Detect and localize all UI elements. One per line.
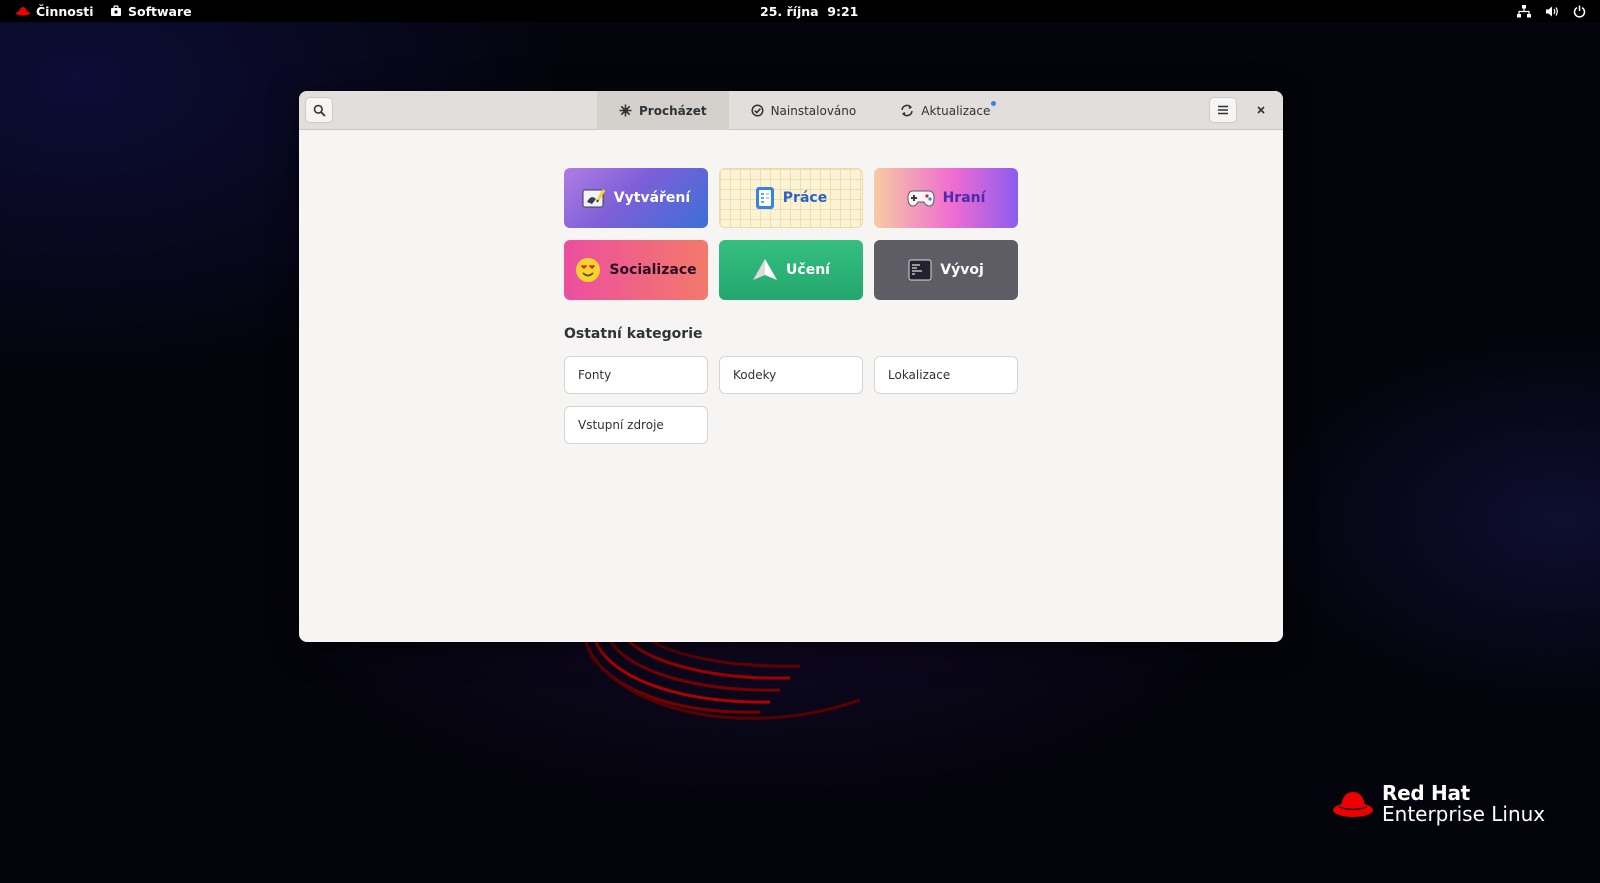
- software-window: Procházet Nainstalováno Aktualizace Vytv…: [299, 91, 1283, 642]
- power-icon: [1573, 5, 1586, 18]
- tab-explore[interactable]: Procházet: [597, 91, 729, 130]
- explore-page: Vytváření Práce Hraní Socializace Učení …: [299, 130, 1283, 642]
- explore-icon: [619, 104, 632, 117]
- category-social-label: Socializace: [609, 262, 697, 278]
- search-button[interactable]: [305, 97, 333, 123]
- updates-badge-dot: [991, 101, 997, 106]
- view-switcher: Procházet Nainstalováno Aktualizace: [597, 91, 1012, 130]
- network-icon: [1517, 4, 1531, 17]
- tab-updates[interactable]: Aktualizace: [878, 91, 1012, 130]
- installed-check-icon: [751, 104, 764, 117]
- volume-icon: [1546, 6, 1558, 16]
- category-work-tile[interactable]: Práce: [719, 168, 863, 228]
- header-bar: Procházet Nainstalováno Aktualizace: [299, 91, 1283, 130]
- category-learn-tile[interactable]: Učení: [719, 240, 863, 300]
- refresh-icon: [901, 104, 913, 117]
- create-icon: [582, 189, 606, 208]
- paper-plane-icon: [753, 259, 778, 280]
- activities-button[interactable]: Činnosti: [16, 0, 94, 22]
- tab-installed[interactable]: Nainstalováno: [729, 91, 879, 130]
- category-codecs-label: Kodeky: [733, 368, 777, 382]
- category-social-tile[interactable]: Socializace: [564, 240, 708, 300]
- activities-label: Činnosti: [36, 3, 94, 19]
- redhat-hat-icon: [16, 7, 30, 16]
- category-localization-label: Lokalizace: [888, 368, 951, 382]
- tab-installed-label: Nainstalováno: [770, 103, 857, 118]
- category-input-sources-label: Vstupní zdroje: [578, 418, 664, 432]
- category-input-sources-button[interactable]: Vstupní zdroje: [564, 406, 708, 444]
- tab-updates-label: Aktualizace: [921, 103, 991, 118]
- category-localization-button[interactable]: Lokalizace: [874, 356, 1018, 394]
- smiley-icon: [576, 258, 601, 282]
- category-codecs-button[interactable]: Kodeky: [719, 356, 863, 394]
- clock[interactable]: 25. října 9:21: [760, 0, 858, 22]
- terminal-icon: [908, 259, 932, 281]
- other-categories-heading: Ostatní kategorie: [564, 326, 703, 342]
- category-fonts-button[interactable]: Fonty: [564, 356, 708, 394]
- top-bar: Činnosti Software 25. října 9:21: [0, 0, 1600, 22]
- category-play-tile[interactable]: Hraní: [874, 168, 1018, 228]
- gamepad-icon: [907, 190, 935, 207]
- redhat-logo: Red Hat Enterprise Linux: [1332, 783, 1545, 825]
- clock-label: 25. října 9:21: [760, 3, 859, 19]
- app-name-label: Software: [128, 3, 192, 19]
- main-menu-button[interactable]: [1209, 97, 1237, 123]
- software-bag-icon: [111, 5, 121, 16]
- search-icon: [313, 104, 326, 117]
- system-status-menu[interactable]: [1517, 0, 1586, 22]
- category-fonts-label: Fonty: [578, 368, 612, 382]
- category-develop-tile[interactable]: Vývoj: [874, 240, 1018, 300]
- category-create-label: Vytváření: [613, 190, 691, 206]
- redhat-hat-logo-icon: [1333, 792, 1373, 817]
- category-develop-label: Vývoj: [940, 262, 984, 278]
- close-window-button[interactable]: [1247, 97, 1275, 123]
- close-icon: [1257, 106, 1265, 114]
- branding-line1: Red Hat: [1382, 781, 1470, 805]
- category-learn-label: Učení: [786, 262, 830, 278]
- category-create-tile[interactable]: Vytváření: [564, 168, 708, 228]
- hamburger-menu-icon: [1218, 105, 1228, 115]
- category-work-label: Práce: [782, 190, 828, 206]
- tab-explore-label: Procházet: [639, 103, 707, 118]
- category-play-label: Hraní: [942, 190, 986, 206]
- branding-line2: Enterprise Linux: [1382, 802, 1546, 826]
- app-menu-button[interactable]: Software: [110, 0, 192, 22]
- work-icon: [755, 187, 774, 209]
